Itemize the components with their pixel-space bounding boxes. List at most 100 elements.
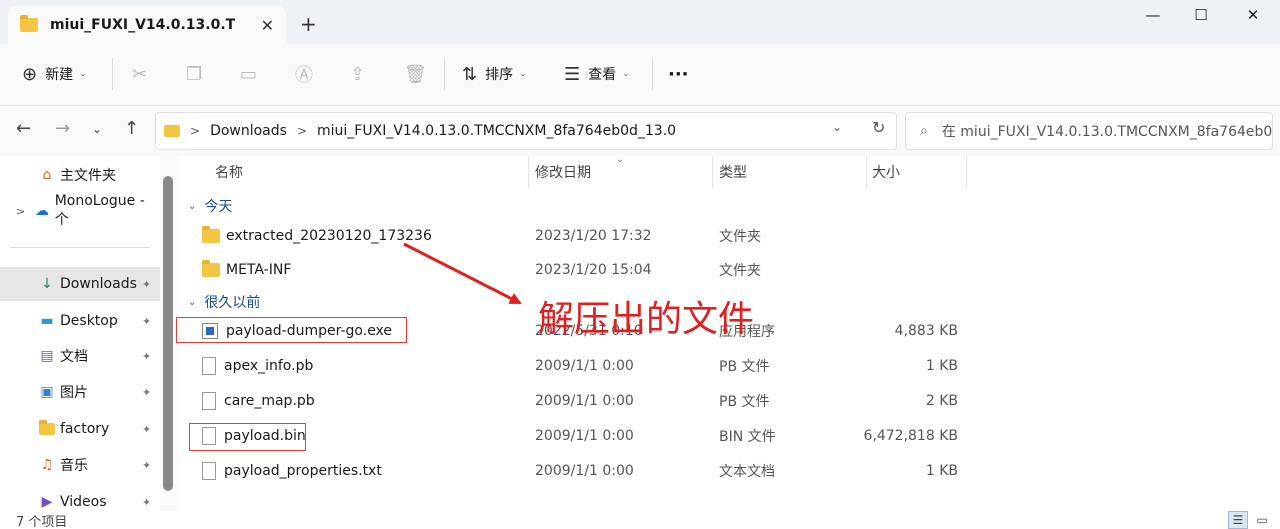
file-date: 2023/1/20 17:32 <box>535 228 652 244</box>
file-icon <box>202 357 216 375</box>
column-header-name[interactable]: 名称 <box>215 156 243 188</box>
new-button[interactable]: ⊕ 新建 ⌄ <box>22 44 87 104</box>
sidebar-item-home[interactable]: ⌂ 主文件夹 <box>0 158 160 192</box>
address-bar[interactable]: > Downloads > miui_FUXI_V14.0.13.0.TMCCN… <box>155 112 897 150</box>
file-row[interactable]: payload.bin 2009/1/1 0:00 BIN 文件 6,472,8… <box>178 419 1280 453</box>
tab-title: miui_FUXI_V14.0.13.0.TMCCNX <box>50 17 236 33</box>
trash-icon: 🗑 <box>404 63 427 85</box>
address-dropdown-chevron-icon[interactable]: ⌄ <box>832 120 842 134</box>
sidebar-item-onedrive[interactable]: > ☁ MonoLogue - 个 <box>0 193 160 228</box>
more-options-button[interactable]: ··· <box>668 44 689 104</box>
status-bar: 7 个项目 ☰ ▭ <box>0 511 1280 529</box>
list-view-icon: ☰ <box>564 63 581 85</box>
home-icon: ⌂ <box>42 167 52 183</box>
column-divider[interactable] <box>966 156 967 188</box>
sidebar-item-label: 音乐 <box>60 458 88 474</box>
breadcrumb-downloads[interactable]: Downloads <box>210 123 287 139</box>
share-button[interactable]: ⇪ <box>350 44 365 104</box>
rename-icon: Ⓐ <box>295 65 313 86</box>
sidebar-item-factory[interactable]: factory ✦ <box>0 412 160 446</box>
folder-icon <box>202 260 220 277</box>
group-header-today[interactable]: ⌄ 今天 <box>188 196 232 216</box>
minimize-button[interactable]: — <box>1130 0 1176 30</box>
sidebar-item-downloads[interactable]: ↓ Downloads ✦ <box>0 267 160 301</box>
file-row[interactable]: META-INF 2023/1/20 15:04 文件夹 <box>178 253 1280 287</box>
pin-icon[interactable]: ✦ <box>142 459 151 472</box>
tab-current-folder[interactable]: miui_FUXI_V14.0.13.0.TMCCNX ✕ <box>8 6 286 44</box>
sidebar-item-label: Downloads <box>60 276 137 292</box>
file-row[interactable]: care_map.pb 2009/1/1 0:00 PB 文件 2 KB <box>178 384 1280 418</box>
column-divider[interactable] <box>528 156 529 188</box>
title-bar: miui_FUXI_V14.0.13.0.TMCCNX ✕ + — ☐ ✕ <box>0 0 1280 44</box>
file-size: 1 KB <box>925 463 958 479</box>
folder-icon <box>164 125 180 137</box>
file-size: 6,472,818 KB <box>863 428 959 444</box>
up-arrow-icon[interactable]: ↑ <box>124 118 139 139</box>
breadcrumb-current-folder[interactable]: miui_FUXI_V14.0.13.0.TMCCNXM_8fa764eb0d_… <box>317 123 676 139</box>
pin-icon[interactable]: ✦ <box>142 496 151 509</box>
sidebar-scrollbar-thumb[interactable] <box>163 176 173 491</box>
maximize-button[interactable]: ☐ <box>1178 0 1224 30</box>
annotation-text: 解压出的文件 <box>538 299 755 340</box>
file-type: BIN 文件 <box>719 429 776 445</box>
toolbar-divider <box>444 58 445 90</box>
file-type: 文件夹 <box>719 229 761 245</box>
refresh-icon[interactable]: ↻ <box>872 118 885 137</box>
clipboard-icon: ▭ <box>240 63 258 85</box>
details-view-icon[interactable]: ☰ <box>1228 511 1248 529</box>
collapse-chevron-icon[interactable]: ⌄ <box>188 297 196 308</box>
pin-icon[interactable]: ✦ <box>142 278 151 291</box>
expand-chevron-icon[interactable]: > <box>16 205 25 218</box>
recent-locations-chevron-icon[interactable]: ⌄ <box>92 122 102 136</box>
column-header-type[interactable]: 类型 <box>719 156 747 188</box>
pin-icon[interactable]: ✦ <box>142 386 151 399</box>
file-size <box>868 253 958 287</box>
search-placeholder: 在 miui_FUXI_V14.0.13.0.TMCCNXM_8fa764eb0… <box>941 124 1273 140</box>
sidebar-item-label: factory <box>60 421 110 437</box>
column-divider[interactable] <box>712 156 713 188</box>
paste-button[interactable]: ▭ <box>240 44 257 104</box>
column-divider[interactable] <box>866 156 867 188</box>
file-row[interactable]: extracted_20230120_173236 2023/1/20 17:3… <box>178 219 1280 253</box>
rename-button[interactable]: Ⓐ <box>295 44 313 104</box>
cut-button[interactable]: ✂ <box>132 44 147 104</box>
tiles-view-icon[interactable]: ▭ <box>1252 511 1272 529</box>
file-icon <box>202 462 216 480</box>
forward-arrow-icon[interactable]: → <box>55 118 70 139</box>
file-row[interactable]: apex_info.pb 2009/1/1 0:00 PB 文件 1 KB <box>178 349 1280 383</box>
view-button[interactable]: ☰ 查看 ⌄ <box>564 44 630 104</box>
toolbar-divider <box>112 58 113 90</box>
folder-icon <box>202 226 220 243</box>
file-size <box>868 219 958 253</box>
sidebar-item-music[interactable]: ♫ 音乐 ✦ <box>0 448 160 482</box>
sidebar-item-videos[interactable]: ▶ Videos ✦ <box>0 485 160 511</box>
copy-button[interactable]: ❐ <box>186 44 202 104</box>
chevron-down-icon: ⌄ <box>79 69 87 79</box>
close-window-button[interactable]: ✕ <box>1230 0 1276 30</box>
delete-button[interactable]: 🗑 <box>404 44 427 104</box>
pin-icon[interactable]: ✦ <box>142 423 151 436</box>
pin-icon[interactable]: ✦ <box>142 350 151 363</box>
pin-icon[interactable]: ✦ <box>142 315 151 328</box>
sidebar-item-desktop[interactable]: ▬ Desktop ✦ <box>0 304 160 338</box>
file-type: PB 文件 <box>719 359 770 375</box>
video-icon: ▶ <box>41 494 53 510</box>
back-arrow-icon[interactable]: ← <box>16 118 31 139</box>
tab-close-icon[interactable]: ✕ <box>261 16 274 35</box>
sidebar-item-documents[interactable]: ▤ 文档 ✦ <box>0 339 160 373</box>
command-bar: ⊕ 新建 ⌄ ✂ ❐ ▭ Ⓐ ⇪ 🗑 ⇅ 排序 ⌄ ☰ 查看 ⌄ ··· <box>0 44 1280 106</box>
new-tab-button[interactable]: + <box>300 12 317 36</box>
column-header-size[interactable]: 大小 <box>872 156 900 188</box>
breadcrumb-separator-icon: > <box>190 124 201 138</box>
collapse-chevron-icon[interactable]: ⌄ <box>188 201 196 212</box>
sidebar-item-label: 文档 <box>60 349 88 365</box>
search-box[interactable]: ⌕ 在 miui_FUXI_V14.0.13.0.TMCCNXM_8fa764e… <box>905 112 1273 150</box>
sidebar-item-pictures[interactable]: ▣ 图片 ✦ <box>0 375 160 409</box>
group-header-long-ago[interactable]: ⌄ 很久以前 <box>188 292 260 312</box>
sort-button[interactable]: ⇅ 排序 ⌄ <box>462 44 527 104</box>
file-row[interactable]: payload_properties.txt 2009/1/1 0:00 文本文… <box>178 454 1280 488</box>
column-header-date[interactable]: 修改日期 <box>535 156 591 188</box>
file-type: 文本文档 <box>719 464 775 480</box>
search-icon: ⌕ <box>920 123 928 139</box>
chevron-down-icon: ⌄ <box>622 69 630 79</box>
